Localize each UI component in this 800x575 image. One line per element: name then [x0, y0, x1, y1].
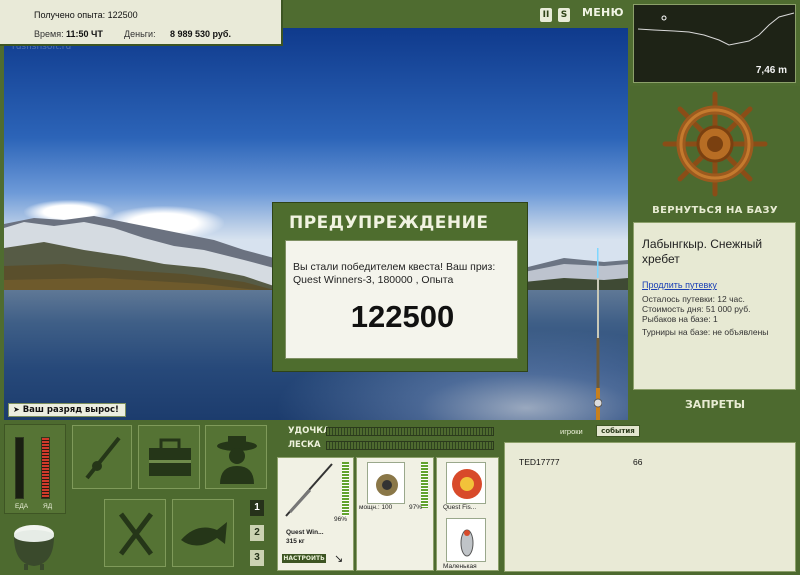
- pause-button[interactable]: II: [540, 8, 552, 22]
- line-label: ЛЕСКА: [288, 440, 321, 450]
- tackle-box-icon: [149, 438, 191, 476]
- tournaments-info: Турниры на базе: не объявлены: [642, 327, 769, 337]
- rod-label: УДОЧКА: [288, 426, 330, 436]
- money-value: 8 989 530 руб.: [170, 29, 231, 39]
- rod-tool-button[interactable]: [72, 425, 132, 489]
- slot-3-button[interactable]: 3: [250, 550, 264, 566]
- line-tension-bar: [326, 441, 494, 450]
- line-spool-icon: [452, 469, 482, 499]
- time-label: Время:: [34, 29, 64, 39]
- sound-button[interactable]: S: [558, 8, 570, 22]
- tackle-box-button[interactable]: [138, 425, 200, 489]
- rod-slot[interactable]: 96% Quest Win... 315 кг НАСТРОИТЬ ↘: [277, 457, 354, 571]
- pot-icon[interactable]: [8, 512, 60, 572]
- reel-slot[interactable]: мощн.: 100 97%: [356, 457, 434, 571]
- arrow-right-icon: ➤: [13, 405, 20, 414]
- fork-knife-icon: [119, 512, 153, 556]
- rod-image: [285, 463, 333, 517]
- time-value: 11:50 ЧТ: [66, 29, 103, 39]
- fisherman-button[interactable]: [205, 425, 267, 489]
- extend-permit-link[interactable]: Продлить путевку: [642, 280, 717, 290]
- rod-durability-bar: [342, 462, 349, 516]
- rod-percent: 96%: [334, 516, 348, 523]
- rank-text: Ваш разряд вырос!: [22, 405, 119, 415]
- fishing-rod[interactable]: [594, 248, 602, 420]
- food-label: ЕДА: [15, 503, 29, 510]
- events-tab[interactable]: события: [596, 425, 640, 437]
- player-name[interactable]: TED17777: [519, 457, 560, 467]
- line-image: [446, 462, 486, 504]
- money-label: Деньги:: [124, 29, 156, 39]
- arrow-icon: ↘: [334, 552, 344, 565]
- depth-chart: 7,46 m: [633, 4, 796, 83]
- fisherman-icon: [217, 436, 257, 484]
- rod-weight: 315 кг: [286, 538, 305, 545]
- reel-durability-bar: [421, 462, 428, 508]
- base-title: Лабынгкыр. Снежный хребет: [642, 237, 763, 266]
- setup-button[interactable]: НАСТРОИТЬ: [282, 554, 326, 563]
- status-box: Получено опыта: 122500 Время: 11:50 ЧТ Д…: [0, 0, 283, 46]
- day-cost: Стоимость дня: 51 000 руб.: [642, 304, 751, 314]
- reel-icon: [376, 474, 398, 496]
- base-info-panel: Лабынгкыр. Снежный хребет Продлить путев…: [633, 222, 796, 390]
- experience-text: Получено опыта: 122500: [34, 10, 138, 20]
- permit-remaining: Осталось путевки: 12 час.: [642, 294, 745, 304]
- dialog-body: Вы стали победителем квеста! Ваш приз: Q…: [285, 240, 518, 359]
- reel-percent: 97%: [409, 504, 423, 511]
- poison-meter: [41, 437, 50, 499]
- meters-box: ЕДА ЯД: [4, 424, 66, 514]
- game-screen: rusfishsoft.ru Получено опыта: 122500 Вр…: [0, 0, 800, 575]
- return-to-base-button[interactable]: ВЕРНУТЬСЯ НА БАЗУ: [630, 205, 800, 216]
- player-value: 66: [633, 457, 643, 467]
- ship-wheel-icon[interactable]: [630, 86, 800, 204]
- fishers-on-base: Рыбаков на базе: 1: [642, 314, 718, 324]
- rank-notification: ➤ Ваш разряд вырос!: [8, 403, 126, 417]
- slot-2-button[interactable]: 2: [250, 525, 264, 541]
- lure-image: [446, 518, 486, 562]
- lure-name: Маленькая: [443, 563, 477, 570]
- lure-icon: [460, 529, 474, 557]
- bans-button[interactable]: ЗАПРЕТЫ: [630, 398, 800, 411]
- fish-icon: [181, 522, 227, 546]
- rod-name: Quest Win...: [286, 529, 324, 536]
- rod-icon: [85, 436, 121, 480]
- rod-tension-bar: [326, 427, 494, 436]
- slot-1-button[interactable]: 1: [250, 500, 264, 516]
- players-tab[interactable]: игроки: [560, 427, 583, 436]
- line-name: Quest Fis...: [443, 504, 477, 511]
- reel-image: [367, 462, 405, 504]
- menu-button[interactable]: МЕНЮ: [582, 6, 624, 19]
- poison-label: ЯД: [43, 503, 53, 510]
- line-lure-slot[interactable]: Quest Fis... Маленькая: [436, 457, 499, 571]
- reel-power: мощн.: 100: [359, 504, 393, 511]
- warning-dialog[interactable]: ПРЕДУПРЕЖДЕНИЕ Вы стали победителем квес…: [272, 202, 528, 372]
- dialog-message: Вы стали победителем квеста! Ваш приз: Q…: [293, 261, 496, 286]
- fish-cage-button[interactable]: [172, 499, 234, 567]
- food-meter: [15, 437, 24, 499]
- dialog-number: 122500: [350, 299, 455, 334]
- food-button[interactable]: [104, 499, 166, 567]
- depth-value: 7,46 m: [755, 65, 787, 76]
- players-list: TED17777 66: [504, 442, 796, 572]
- dialog-title: ПРЕДУПРЕЖДЕНИЕ: [289, 213, 489, 233]
